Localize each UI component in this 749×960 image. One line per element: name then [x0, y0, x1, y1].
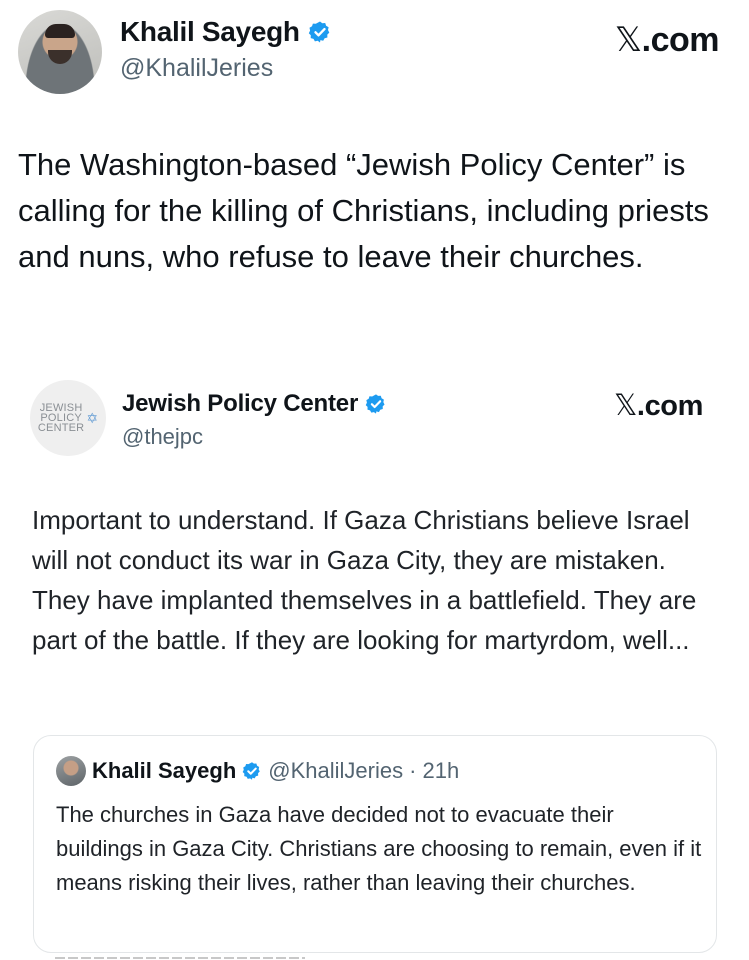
quoted-author-handle[interactable]: @KhalilJeries [268, 758, 403, 784]
verified-badge-icon [242, 762, 261, 780]
cropped-text-fragment [55, 954, 305, 960]
verified-badge-icon [308, 21, 330, 43]
embedded-author-handle[interactable]: @thejpc [122, 424, 203, 450]
author-avatar[interactable] [18, 10, 102, 94]
source-label: 𝕏.com [614, 20, 720, 60]
author-name-row: Khalil Sayegh [120, 16, 332, 48]
author-handle[interactable]: @KhalilJeries [120, 54, 273, 83]
source-domain: .com [636, 390, 703, 422]
embedded-author-row: Jewish Policy Center [122, 390, 387, 418]
quoted-tweet-header: Khalil Sayegh @KhalilJeries · 21h [56, 756, 459, 786]
embedded-source-label: 𝕏.com [614, 388, 703, 423]
x-logo-icon: 𝕏 [613, 388, 637, 422]
verified-badge-icon [365, 394, 385, 414]
tweet-text: The Washington-based “Jewish Policy Cent… [18, 147, 709, 274]
jpc-logo-text: JEWISH POLICY CENTER [37, 403, 85, 434]
quoted-tweet-card[interactable]: Khalil Sayegh @KhalilJeries · 21h The ch… [33, 735, 717, 953]
source-domain: .com [641, 21, 720, 59]
jpc-logo[interactable]: JEWISH POLICY CENTER ✡ [30, 380, 106, 456]
quoted-author-name[interactable]: Khalil Sayegh [92, 758, 236, 784]
quoted-tweet-time[interactable]: · 21h [409, 758, 459, 784]
star-of-david-icon: ✡ [86, 409, 99, 426]
avatar-beard [48, 50, 72, 64]
embedded-tweet-text: Important to understand. If Gaza Christi… [32, 505, 697, 655]
author-name[interactable]: Khalil Sayegh [120, 16, 300, 48]
quoted-tweet-text: The churches in Gaza have decided not to… [56, 802, 702, 895]
embedded-author-name[interactable]: Jewish Policy Center [122, 390, 358, 418]
quoted-author-avatar[interactable] [56, 756, 86, 786]
logo-line: CENTER [37, 422, 85, 434]
avatar-hair [45, 24, 75, 38]
x-logo-icon: 𝕏 [614, 20, 642, 60]
